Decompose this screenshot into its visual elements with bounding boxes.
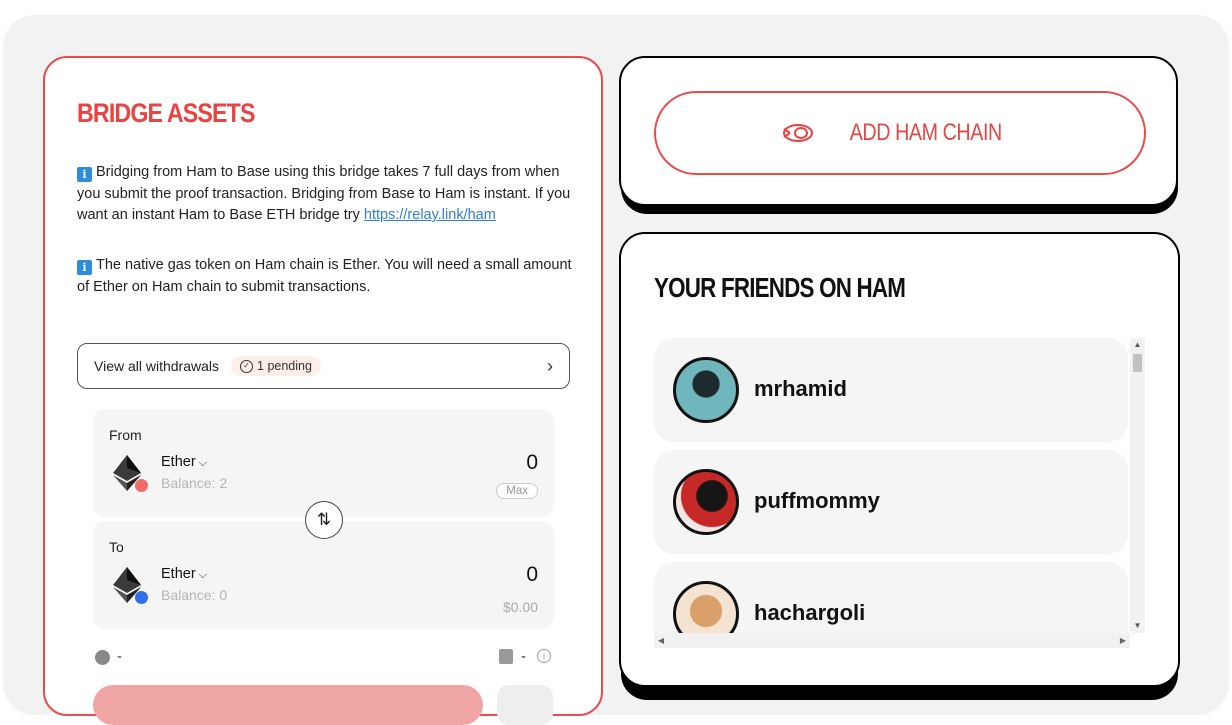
bridge-card: BRIDGE ASSETS i Bridging from Ham to Base… <box>43 56 603 725</box>
friends-title: YOUR FRIENDS ON HAM <box>654 272 906 303</box>
bridge-submit-button[interactable] <box>93 685 483 725</box>
ham-chain-badge-icon <box>135 479 148 492</box>
avatar <box>673 357 739 423</box>
gas-pump-icon <box>499 649 513 664</box>
to-balance: Balance: 0 <box>161 587 228 603</box>
gas-token-text: The native gas token on Ham chain is Eth… <box>77 257 572 295</box>
eta-value: - <box>117 648 122 665</box>
check-circle-icon: ✓ <box>240 359 254 373</box>
from-token-select[interactable]: Ether ⌵ <box>161 454 207 470</box>
from-balance: Balance: 2 <box>161 475 228 491</box>
settings-button[interactable] <box>497 685 553 725</box>
friends-list[interactable]: mrhamid puffmommy hachargoli <box>654 338 1128 645</box>
friend-item-puffmommy[interactable]: puffmommy <box>654 450 1128 554</box>
friend-item-mrhamid[interactable]: mrhamid <box>654 338 1128 442</box>
view-withdrawals-button[interactable]: View all withdrawals ✓ 1 pending › <box>77 343 570 389</box>
add-chain-card: ADD HAM CHAIN <box>619 56 1178 206</box>
ham-logo-icon <box>783 124 814 142</box>
relay-link[interactable]: https://relay.link/ham <box>364 207 496 223</box>
friends-horizontal-scrollbar[interactable]: ◀ ▶ <box>654 633 1130 648</box>
to-token-select[interactable]: Ether ⌵ <box>161 566 207 582</box>
bridge-time-text: Bridging from Ham to Base using this bri… <box>77 164 571 223</box>
to-token-name: Ether <box>161 566 196 582</box>
scroll-right-icon[interactable]: ▶ <box>1116 633 1130 648</box>
scroll-down-icon[interactable]: ▼ <box>1130 619 1145 633</box>
to-usd-value: $0.00 <box>502 599 538 615</box>
chevron-down-icon: ⌵ <box>198 457 208 469</box>
info-icon: i <box>77 167 92 182</box>
avatar <box>673 469 739 535</box>
max-button[interactable]: Max <box>496 483 538 499</box>
swap-icon: ⇅ <box>316 510 332 529</box>
scroll-up-icon[interactable]: ▲ <box>1130 338 1145 352</box>
withdrawals-label: View all withdrawals <box>94 358 220 374</box>
clock-icon <box>95 650 110 665</box>
friend-name: hachargoli <box>754 600 866 625</box>
friend-name: mrhamid <box>754 376 847 401</box>
from-label: From <box>109 427 142 443</box>
bridge-time-notice: i Bridging from Ham to Base using this br… <box>77 162 577 227</box>
gas-value: - <box>521 648 526 665</box>
to-amount: 0 <box>526 563 538 586</box>
add-ham-chain-button[interactable]: ADD HAM CHAIN <box>654 91 1146 175</box>
friends-vertical-scrollbar[interactable]: ▲ ▼ <box>1130 338 1145 633</box>
to-label: To <box>109 539 124 555</box>
gas-info-icon[interactable]: i <box>537 649 551 663</box>
chevron-right-icon: › <box>547 355 553 376</box>
add-ham-chain-label: ADD HAM CHAIN <box>849 119 1003 146</box>
scroll-thumb[interactable] <box>1133 354 1142 372</box>
from-amount-input[interactable]: 0 <box>526 451 538 475</box>
scroll-left-icon[interactable]: ◀ <box>654 633 668 648</box>
chevron-down-icon: ⌵ <box>198 569 208 581</box>
pending-label: 1 pending <box>257 359 312 373</box>
base-chain-badge-icon <box>135 591 148 604</box>
pending-badge: ✓ 1 pending <box>231 356 321 376</box>
friend-name: puffmommy <box>754 488 880 513</box>
from-token-name: Ether <box>161 454 196 470</box>
swap-direction-button[interactable]: ⇅ <box>305 501 343 539</box>
bridge-title: BRIDGE ASSETS <box>77 98 255 128</box>
gas-token-notice: i The native gas token on Ham chain is Et… <box>77 255 577 298</box>
info-icon: i <box>77 260 92 275</box>
friends-card: YOUR FRIENDS ON HAM mrhamid puffmommy ha… <box>619 232 1180 687</box>
